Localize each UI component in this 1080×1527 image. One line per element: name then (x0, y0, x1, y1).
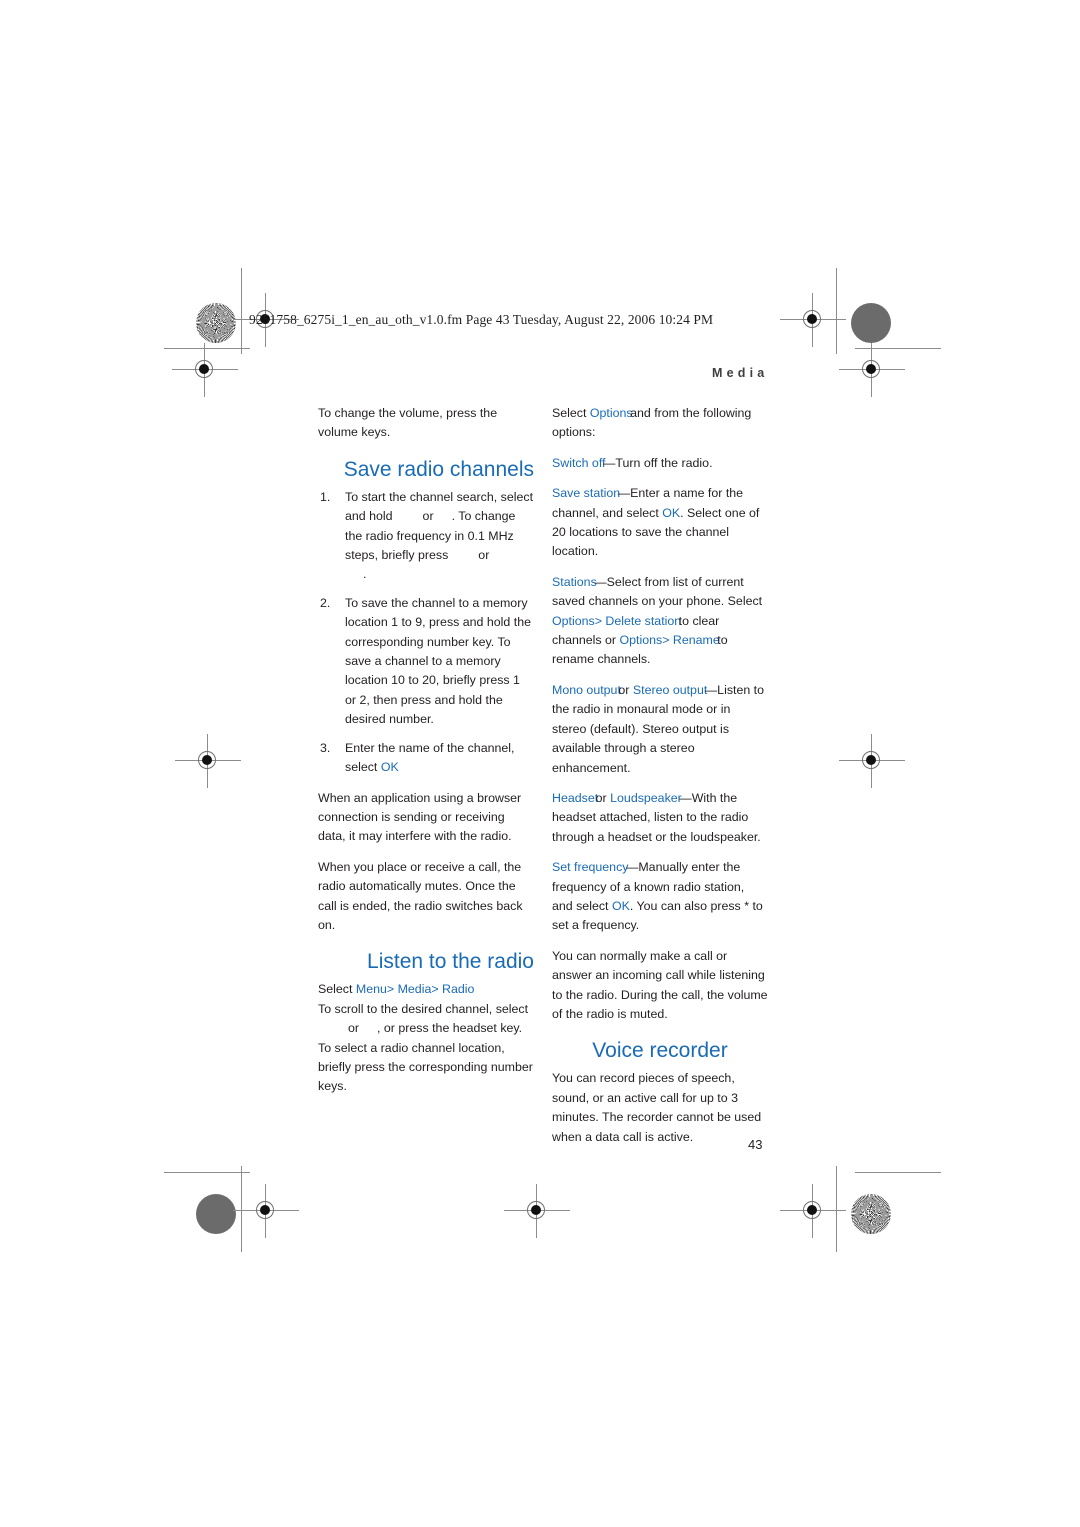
listen-body-a: To scroll to the desired channel, select (318, 1001, 529, 1016)
paragraph-browser-interference: When an application using a browser conn… (318, 790, 522, 844)
paragraph-call-while-listening: You can normally make a call or answer a… (552, 948, 768, 1021)
page-number: 43 (748, 1137, 763, 1152)
paragraph-volume: To change the volume, press the volume k… (318, 406, 498, 440)
ui-label-mono-output: Mono output (552, 682, 621, 697)
ui-label-headset: Headset (552, 790, 599, 805)
heading-listen-to-the-radio: Listen to the radio (367, 950, 534, 974)
step-1-text-b: or (422, 509, 434, 524)
ui-label-ok: OK (662, 505, 681, 520)
step-item: To save the channel to a memory location… (318, 594, 534, 730)
dash: — (617, 486, 631, 501)
crop-line-left-lower-horizontal (164, 1172, 250, 1174)
registration-target-upper-right-margin (839, 343, 905, 397)
path-separator-2: > (431, 982, 439, 997)
crop-line-right-upper-horizontal (855, 348, 941, 350)
crop-line-bottom-right-vertical (836, 1166, 838, 1252)
step-3-text: Enter the name of the channel, select (345, 740, 515, 775)
left-text-column: To change the volume, press the volume k… (318, 404, 534, 1108)
ui-label-menu: Menu (355, 982, 387, 997)
paragraph-call-mutes: When you place or receive a call, the ra… (318, 859, 523, 932)
registration-target-mid-left (175, 734, 241, 788)
registration-target-mid-right (839, 734, 905, 788)
step-1-text-c: . (451, 509, 456, 524)
paragraph-listen-body: To scroll to the desired channel, select… (318, 1000, 534, 1097)
option-set-frequency: Set frequency—Manually enter the frequen… (552, 858, 768, 936)
ui-label-stereo-output: Stereo output (632, 682, 708, 697)
joiner-or: or (595, 790, 607, 805)
ui-label-delete-station: Delete station (605, 613, 682, 628)
document-page: 9251758_6275i_1_en_au_oth_v1.0.fm Page 4… (0, 0, 1080, 1527)
dash: — (594, 574, 607, 589)
step-2-text: To save the channel to a memory location… (345, 595, 531, 727)
option-stations: Stations—Select from list of current sav… (552, 573, 768, 670)
ui-label-ok: OK (380, 760, 399, 775)
ui-label-set-frequency: Set frequency (552, 860, 629, 875)
running-header-media: Media (712, 366, 769, 380)
registration-starburst-top-left (196, 303, 236, 343)
option-headset-loudspeaker: Headsetor Loudspeaker—With the headset a… (552, 789, 768, 847)
save-channel-steps: To start the channel search, select and … (318, 488, 534, 778)
joiner-or: or (618, 682, 630, 697)
option-switch-off: Switch off—Turn off the radio. (552, 454, 768, 473)
ui-label-options: Options (589, 406, 633, 420)
ui-label-media: Media (397, 982, 432, 997)
ui-label-switch-off: Switch off (552, 455, 606, 470)
registration-target-bottom-right (780, 1184, 846, 1238)
registration-solid-dot-bottom-left (196, 1194, 236, 1234)
registration-target-upper-left-margin (172, 343, 238, 397)
option-mono-stereo-output: Mono outputor Stereo output—Listen to th… (552, 681, 768, 778)
registration-target-bottom-left (233, 1184, 299, 1238)
crop-line-top-left-vertical (241, 268, 243, 354)
print-slug-line: 9251758_6275i_1_en_au_oth_v1.0.fm Page 4… (249, 312, 714, 327)
step-item: To start the channel search, select and … (318, 488, 534, 585)
ui-label-options: Options (552, 613, 595, 628)
ui-label-radio: Radio (442, 982, 475, 997)
registration-starburst-bottom-right (851, 1194, 891, 1234)
ui-label-save-station: Save station (552, 486, 621, 501)
crop-line-left-upper-horizontal (164, 348, 250, 350)
step-item: Enter the name of the channel, select OK (318, 739, 534, 778)
option-save-station: Save station—Enter a name for the channe… (552, 484, 768, 562)
path-separator: > (594, 613, 602, 628)
ui-label-options: Options (619, 633, 663, 648)
ui-label-ok: OK (611, 898, 630, 913)
options-intro-select: Select (552, 406, 587, 420)
step-1-text-e: or (478, 548, 490, 563)
crop-line-bottom-left-vertical (241, 1166, 243, 1252)
listen-body-b: or (348, 1021, 360, 1036)
path-separator-1: > (386, 982, 395, 997)
ui-label-loudspeaker: Loudspeaker (610, 790, 682, 805)
registration-target-top-right (780, 293, 846, 347)
ui-label-stations: Stations (552, 574, 597, 589)
dash: — (704, 682, 718, 697)
option-switch-off-text: Turn off the radio. (615, 455, 713, 470)
dash: — (603, 455, 616, 470)
paragraph-voice-recorder: You can record pieces of speech, sound, … (552, 1071, 762, 1144)
heading-save-radio-channels: Save radio channels (343, 457, 534, 481)
paragraph-options-intro: Select Optionsand from the following opt… (552, 404, 768, 443)
heading-voice-recorder: Voice recorder (592, 1039, 728, 1063)
path-separator: > (662, 633, 670, 648)
dash: — (625, 860, 639, 875)
step-1-text-f: . (363, 567, 367, 582)
listen-select-label: Select (318, 982, 353, 997)
paragraph-listen-path: Select Menu> Media> Radio (318, 980, 534, 999)
right-text-column: Select Optionsand from the following opt… (552, 404, 768, 1158)
registration-solid-dot-top-right (851, 303, 891, 343)
crop-line-right-lower-horizontal (855, 1172, 941, 1174)
dash: — (679, 790, 692, 805)
ui-label-rename: Rename (672, 633, 720, 648)
crop-line-top-right-vertical (836, 268, 838, 354)
registration-target-bottom-center (504, 1184, 570, 1238)
